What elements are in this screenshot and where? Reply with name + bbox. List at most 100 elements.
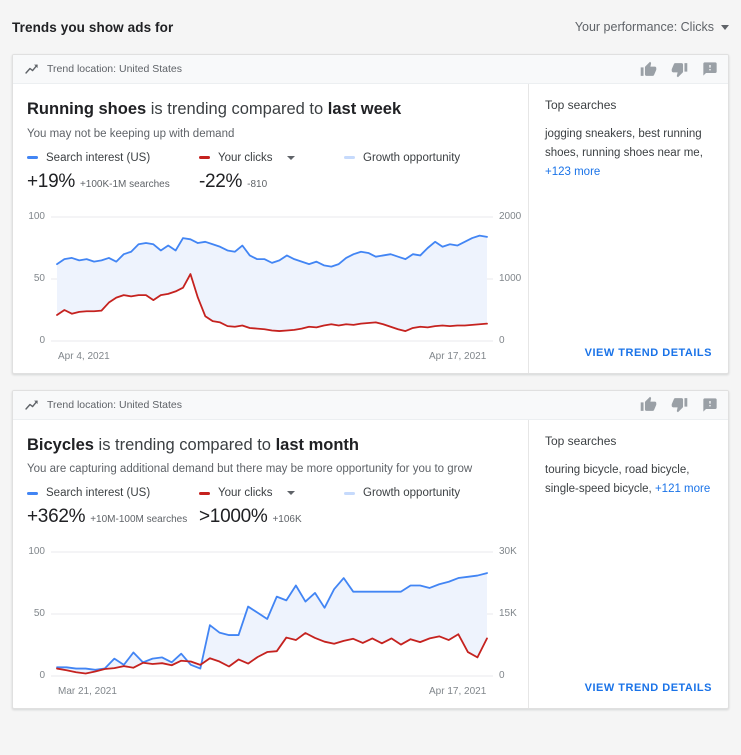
top-searches-panel: Top searches jogging sneakers, best runn… xyxy=(529,84,728,373)
growth-opportunity-area xyxy=(57,573,487,674)
legend-label-search-interest: Search interest (US) xyxy=(46,151,151,164)
chevron-down-icon xyxy=(721,24,729,30)
legend-label-growth-opportunity: Growth opportunity xyxy=(363,487,461,500)
legend-label-your-clicks: Your clicks xyxy=(218,151,273,164)
trend-card-body: Running shoes is trending compared to la… xyxy=(13,84,728,373)
legend-growth-opportunity: Growth opportunity xyxy=(344,152,460,164)
performance-metric-dropdown[interactable]: Your performance: Clicks xyxy=(575,20,729,34)
trend-card-topbar: Trend location: United States xyxy=(13,55,728,84)
legend-label-growth-opportunity: Growth opportunity xyxy=(363,151,461,164)
metric-your-clicks-value: -22% xyxy=(199,170,243,192)
trend-term: Bicycles xyxy=(27,435,94,454)
metric-your-clicks-sub: -810 xyxy=(247,178,268,190)
thumb-down-icon[interactable] xyxy=(671,61,688,78)
legend-your-clicks[interactable]: Your clicks xyxy=(199,487,344,499)
trend-metric-values: +19% +100K-1M searches -22% -810 xyxy=(27,171,514,193)
page-title: Trends you show ads for xyxy=(12,19,174,35)
trend-headline: Running shoes is trending compared to la… xyxy=(27,99,514,120)
chart-canvas xyxy=(51,216,493,342)
metric-search-interest-sub: +10M-100M searches xyxy=(90,514,188,526)
trend-headline-block: Bicycles is trending compared to last mo… xyxy=(13,420,528,488)
metric-search-interest-sub: +100K-1M searches xyxy=(79,178,170,190)
trend-location-label: Trend location: United States xyxy=(47,398,183,411)
trend-metrics: Search interest (US) Your clicks Growth … xyxy=(13,152,528,193)
trend-subline: You may not be keeping up with demand xyxy=(27,127,235,140)
trend-location: Trend location: United States xyxy=(25,399,182,411)
y-axis-tick-left: 100 xyxy=(28,546,45,558)
y-axis-tick-left: 0 xyxy=(39,670,45,682)
view-trend-details-button[interactable]: VIEW TREND DETAILS xyxy=(585,682,712,698)
trend-card-body: Bicycles is trending compared to last mo… xyxy=(13,419,728,709)
trends-page: Trends you show ads for Your performance… xyxy=(0,0,741,755)
trend-headline-block: Running shoes is trending compared to la… xyxy=(13,84,528,152)
feedback-icon[interactable] xyxy=(702,397,718,413)
performance-metric-label: Your performance: Clicks xyxy=(574,20,714,34)
legend-growth-opportunity: Growth opportunity xyxy=(344,487,460,499)
metric-search-interest-value: +362% xyxy=(27,506,86,528)
y-axis-tick-right: 0 xyxy=(499,670,505,682)
x-axis-end-label: Apr 17, 2021 xyxy=(429,686,487,698)
trend-headline-mid: is trending compared to xyxy=(93,435,276,454)
legend-swatch-search-interest xyxy=(27,155,38,160)
metric-your-clicks: -22% -810 xyxy=(199,171,267,193)
legend-swatch-your-clicks xyxy=(199,491,210,495)
y-axis-tick-left: 50 xyxy=(33,608,45,620)
chevron-down-icon[interactable] xyxy=(286,155,295,160)
metric-your-clicks-value: >1000% xyxy=(199,506,268,528)
chevron-down-icon[interactable] xyxy=(286,491,295,496)
x-axis-end-label: Apr 17, 2021 xyxy=(429,350,487,362)
trend-card-topbar: Trend location: United States xyxy=(13,390,728,420)
trend-cards-list: Trend location: United States Running sh xyxy=(0,54,741,710)
metric-search-interest: +19% +100K-1M searches xyxy=(27,171,199,193)
legend-swatch-your-clicks xyxy=(199,155,210,160)
trend-period: last week xyxy=(327,100,402,118)
top-searches-panel: Top searches touring bicycle, road bicyc… xyxy=(529,420,728,709)
trend-location: Trend location: United States xyxy=(25,63,182,75)
y-axis-tick-left: 100 xyxy=(28,210,45,222)
trend-term: Running shoes xyxy=(27,100,147,118)
legend-search-interest: Search interest (US) xyxy=(27,487,199,499)
trend-headline-mid: is trending compared to xyxy=(146,100,328,118)
legend-search-interest: Search interest (US) xyxy=(27,152,199,164)
trend-subline: You are capturing additional demand but … xyxy=(27,463,473,476)
metric-your-clicks-sub: +106K xyxy=(272,514,302,526)
y-axis-tick-right: 0 xyxy=(499,334,505,346)
top-searches-more-link[interactable]: +123 more xyxy=(545,166,600,178)
legend-swatch-growth-opportunity xyxy=(344,491,355,495)
top-searches-text: jogging sneakers, best running shoes, ru… xyxy=(545,125,712,182)
trend-headline: Bicycles is trending compared to last mo… xyxy=(27,435,514,456)
y-axis-tick-right: 2000 xyxy=(499,210,522,222)
y-axis-tick-left: 50 xyxy=(33,272,45,284)
view-trend-details-button[interactable]: VIEW TREND DETAILS xyxy=(585,347,712,363)
legend-label-your-clicks: Your clicks xyxy=(218,487,273,500)
trend-card-main: Bicycles is trending compared to last mo… xyxy=(13,419,529,709)
trend-location-label: Trend location: United States xyxy=(47,63,183,75)
top-searches-title: Top searches xyxy=(545,98,617,112)
top-searches-more-link[interactable]: +121 more xyxy=(655,483,710,495)
metric-your-clicks: >1000% +106K xyxy=(199,506,302,528)
trend-card-actions xyxy=(640,396,718,413)
thumb-up-icon[interactable] xyxy=(640,61,657,78)
thumb-up-icon[interactable] xyxy=(640,396,657,413)
trend-up-icon xyxy=(25,400,38,410)
y-axis-tick-right: 1000 xyxy=(499,272,522,284)
top-searches-title: Top searches xyxy=(545,433,617,448)
chart-legend: Search interest (US) Your clicks Growth … xyxy=(27,487,514,499)
x-axis-start-label: Mar 21, 2021 xyxy=(58,686,117,698)
metric-search-interest: +362% +10M-100M searches xyxy=(27,506,199,528)
y-axis-tick-right: 30K xyxy=(499,546,517,558)
metric-search-interest-value: +19% xyxy=(27,170,75,192)
y-axis-tick-left: 0 xyxy=(39,334,45,346)
feedback-icon[interactable] xyxy=(702,61,718,77)
legend-your-clicks[interactable]: Your clicks xyxy=(199,152,344,164)
x-axis-start-label: Apr 4, 2021 xyxy=(58,350,110,362)
legend-label-search-interest: Search interest (US) xyxy=(46,487,151,500)
trend-metrics: Search interest (US) Your clicks Growth … xyxy=(13,487,528,528)
chart-canvas xyxy=(51,551,493,677)
trend-chart: 0 0 50 15K 100 30K Mar 21, 2021 Apr 17, 2021 xyxy=(13,538,528,708)
trend-card-main: Running shoes is trending compared to la… xyxy=(13,84,529,373)
legend-swatch-search-interest xyxy=(27,491,38,495)
chart-legend: Search interest (US) Your clicks Growth … xyxy=(27,152,514,164)
growth-opportunity-area xyxy=(57,235,487,331)
thumb-down-icon[interactable] xyxy=(671,396,688,413)
